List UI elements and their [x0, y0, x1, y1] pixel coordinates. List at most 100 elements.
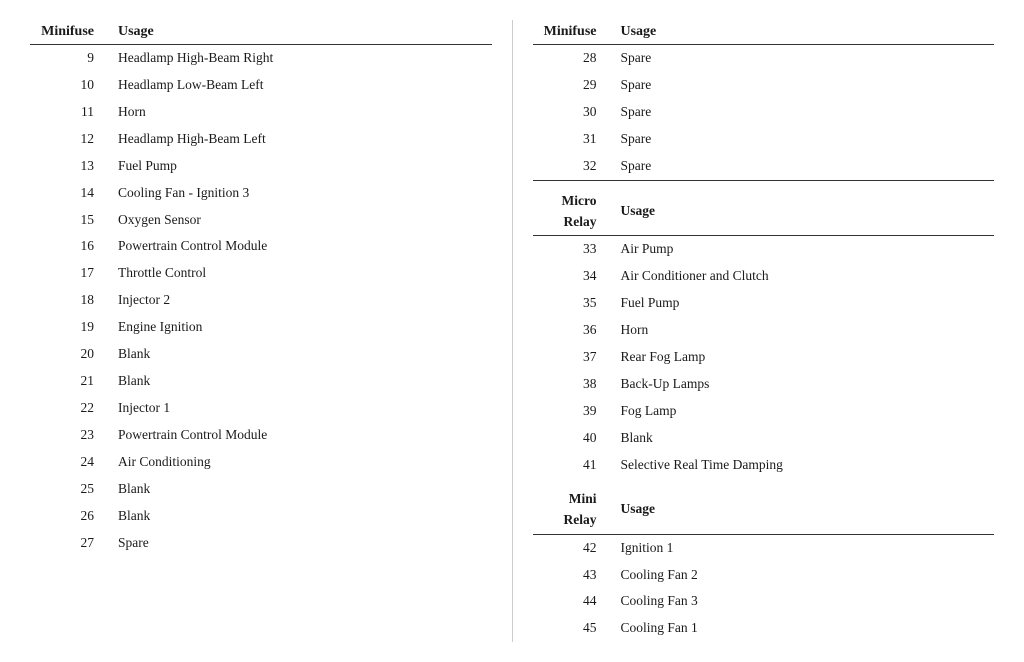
relay-usage: Cooling Fan 1 — [613, 615, 995, 642]
fuse-usage: Spare — [110, 530, 492, 557]
right-header-col2: Usage — [613, 20, 995, 45]
right-table-row: 31Spare — [533, 126, 995, 153]
fuse-number: 21 — [30, 368, 110, 395]
fuse-usage: Engine Ignition — [110, 314, 492, 341]
relay-number: 42 — [533, 534, 613, 561]
relay-number: 34 — [533, 263, 613, 290]
fuse-usage: Air Conditioning — [110, 449, 492, 476]
right-header-col1: Minifuse — [533, 20, 613, 45]
left-header-col2: Usage — [110, 20, 492, 45]
relay-usage: Back-Up Lamps — [613, 371, 995, 398]
fuse-usage: Oxygen Sensor — [110, 207, 492, 234]
relay-number: 44 — [533, 588, 613, 615]
mini-relay-usage-label: Usage — [613, 479, 995, 534]
mini-relay-row: 42Ignition 1 — [533, 534, 995, 561]
left-table-row: 15Oxygen Sensor — [30, 207, 492, 234]
left-table-row: 27Spare — [30, 530, 492, 557]
mini-relay-label: Mini Relay — [533, 479, 613, 534]
relay-usage: Blank — [613, 425, 995, 452]
fuse-number: 28 — [533, 45, 613, 72]
micro-relay-row: 35Fuel Pump — [533, 290, 995, 317]
left-table-row: 14Cooling Fan - Ignition 3 — [30, 180, 492, 207]
left-table: Minifuse Usage 9Headlamp High-Beam Right… — [30, 20, 492, 557]
relay-number: 33 — [533, 236, 613, 263]
fuse-number: 32 — [533, 153, 613, 180]
fuse-number: 24 — [30, 449, 110, 476]
micro-relay-header-row: Micro RelayUsage — [533, 180, 995, 236]
relay-usage: Selective Real Time Damping — [613, 452, 995, 479]
left-table-header: Minifuse Usage — [30, 20, 492, 45]
fuse-number: 30 — [533, 99, 613, 126]
fuse-usage: Injector 2 — [110, 287, 492, 314]
left-header-col1: Minifuse — [30, 20, 110, 45]
left-table-row: 9Headlamp High-Beam Right — [30, 45, 492, 72]
left-table-row: 13Fuel Pump — [30, 153, 492, 180]
relay-usage: Cooling Fan 2 — [613, 562, 995, 589]
micro-relay-row: 36Horn — [533, 317, 995, 344]
left-table-row: 23Powertrain Control Module — [30, 422, 492, 449]
fuse-number: 16 — [30, 233, 110, 260]
mini-relay-row: 43Cooling Fan 2 — [533, 562, 995, 589]
right-table-row: 32Spare — [533, 153, 995, 180]
relay-usage: Fuel Pump — [613, 290, 995, 317]
relay-usage: Air Conditioner and Clutch — [613, 263, 995, 290]
micro-relay-row: 39Fog Lamp — [533, 398, 995, 425]
relay-number: 36 — [533, 317, 613, 344]
left-table-row: 22Injector 1 — [30, 395, 492, 422]
left-table-row: 17Throttle Control — [30, 260, 492, 287]
micro-relay-row: 38Back-Up Lamps — [533, 371, 995, 398]
relay-number: 45 — [533, 615, 613, 642]
fuse-usage: Headlamp High-Beam Left — [110, 126, 492, 153]
left-table-row: 18Injector 2 — [30, 287, 492, 314]
relay-usage: Air Pump — [613, 236, 995, 263]
fuse-number: 27 — [30, 530, 110, 557]
fuse-usage: Horn — [110, 99, 492, 126]
relay-number: 38 — [533, 371, 613, 398]
mini-relay-row: 44Cooling Fan 3 — [533, 588, 995, 615]
micro-relay-usage-label: Usage — [613, 180, 995, 236]
mini-relay-row: 45Cooling Fan 1 — [533, 615, 995, 642]
left-table-row: 11Horn — [30, 99, 492, 126]
fuse-number: 23 — [30, 422, 110, 449]
micro-relay-row: 34Air Conditioner and Clutch — [533, 263, 995, 290]
fuse-usage: Spare — [613, 99, 995, 126]
fuse-number: 15 — [30, 207, 110, 234]
fuse-number: 17 — [30, 260, 110, 287]
left-table-row: 12Headlamp High-Beam Left — [30, 126, 492, 153]
fuse-usage: Blank — [110, 368, 492, 395]
fuse-number: 9 — [30, 45, 110, 72]
left-section: Minifuse Usage 9Headlamp High-Beam Right… — [30, 20, 513, 642]
left-table-row: 19Engine Ignition — [30, 314, 492, 341]
relay-number: 39 — [533, 398, 613, 425]
fuse-number: 18 — [30, 287, 110, 314]
fuse-usage: Throttle Control — [110, 260, 492, 287]
fuse-number: 10 — [30, 72, 110, 99]
mini-relay-header-row: Mini RelayUsage — [533, 479, 995, 534]
relay-usage: Horn — [613, 317, 995, 344]
fuse-number: 12 — [30, 126, 110, 153]
fuse-usage: Headlamp Low-Beam Left — [110, 72, 492, 99]
fuse-number: 13 — [30, 153, 110, 180]
fuse-number: 22 — [30, 395, 110, 422]
relay-number: 40 — [533, 425, 613, 452]
main-container: Minifuse Usage 9Headlamp High-Beam Right… — [30, 20, 994, 642]
fuse-usage: Blank — [110, 341, 492, 368]
fuse-number: 31 — [533, 126, 613, 153]
left-table-row: 10Headlamp Low-Beam Left — [30, 72, 492, 99]
relay-usage: Ignition 1 — [613, 534, 995, 561]
fuse-number: 11 — [30, 99, 110, 126]
fuse-usage: Powertrain Control Module — [110, 422, 492, 449]
fuse-number: 25 — [30, 476, 110, 503]
right-section: Minifuse Usage 28Spare29Spare30Spare31Sp… — [513, 20, 995, 642]
relay-number: 41 — [533, 452, 613, 479]
left-table-row: 26Blank — [30, 503, 492, 530]
relay-usage: Fog Lamp — [613, 398, 995, 425]
fuse-number: 29 — [533, 72, 613, 99]
fuse-usage: Blank — [110, 476, 492, 503]
fuse-number: 20 — [30, 341, 110, 368]
micro-relay-row: 40Blank — [533, 425, 995, 452]
relay-usage: Cooling Fan 3 — [613, 588, 995, 615]
right-table: Minifuse Usage 28Spare29Spare30Spare31Sp… — [533, 20, 995, 642]
relay-number: 37 — [533, 344, 613, 371]
left-table-row: 25Blank — [30, 476, 492, 503]
